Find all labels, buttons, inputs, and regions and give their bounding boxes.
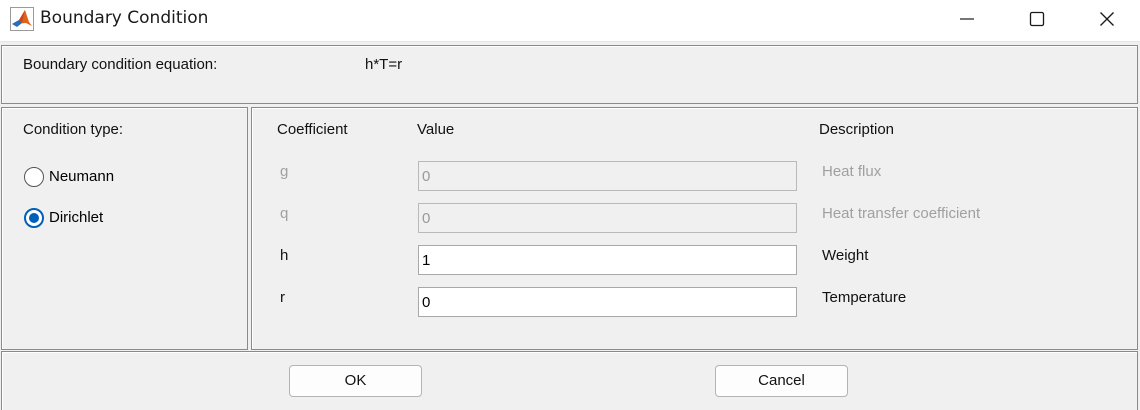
coefficient-name-r: r <box>280 289 285 306</box>
window-title: Boundary Condition <box>40 8 209 28</box>
maximize-icon <box>1029 11 1045 27</box>
radio-dirichlet-label[interactable]: Dirichlet <box>49 209 103 226</box>
title-bar: Boundary Condition <box>0 0 1140 42</box>
maximize-button[interactable] <box>1002 0 1072 38</box>
coefficient-name-g: g <box>280 163 289 180</box>
coefficient-description-r: Temperature <box>822 289 907 306</box>
coefficient-description-h: Weight <box>822 247 869 264</box>
ok-button[interactable]: OK <box>289 365 422 397</box>
coefficient-value-r[interactable] <box>418 287 797 317</box>
minimize-icon <box>960 18 974 20</box>
header-value: Value <box>417 121 455 138</box>
close-icon <box>1100 12 1114 26</box>
cancel-button[interactable]: Cancel <box>715 365 848 397</box>
button-panel <box>1 351 1138 410</box>
coefficient-value-g <box>418 161 797 191</box>
equation-panel: Boundary condition equation: h*T=r <box>1 45 1138 104</box>
radio-neumann-circle[interactable] <box>24 167 44 187</box>
condition-type-label: Condition type: <box>23 121 124 138</box>
radio-neumann-label[interactable]: Neumann <box>49 168 114 185</box>
coefficient-value-h[interactable] <box>418 245 797 275</box>
coefficient-description-q: Heat transfer coefficient <box>822 205 981 222</box>
coefficient-name-q: q <box>280 205 289 222</box>
coefficient-name-h: h <box>280 247 289 264</box>
condition-type-panel: Condition type: Neumann Dirichlet <box>1 107 248 350</box>
equation-value: h*T=r <box>365 56 403 73</box>
coefficient-description-g: Heat flux <box>822 163 882 180</box>
matlab-icon <box>10 7 34 31</box>
close-button[interactable] <box>1072 0 1140 38</box>
radio-dirichlet-circle[interactable] <box>24 208 44 228</box>
radio-dirichlet[interactable]: Dirichlet <box>24 208 124 230</box>
equation-label: Boundary condition equation: <box>23 56 218 73</box>
radio-neumann[interactable]: Neumann <box>24 167 124 189</box>
minimize-button[interactable] <box>932 0 1002 38</box>
header-description: Description <box>819 121 895 138</box>
coefficient-value-q <box>418 203 797 233</box>
header-coefficient: Coefficient <box>277 121 348 138</box>
